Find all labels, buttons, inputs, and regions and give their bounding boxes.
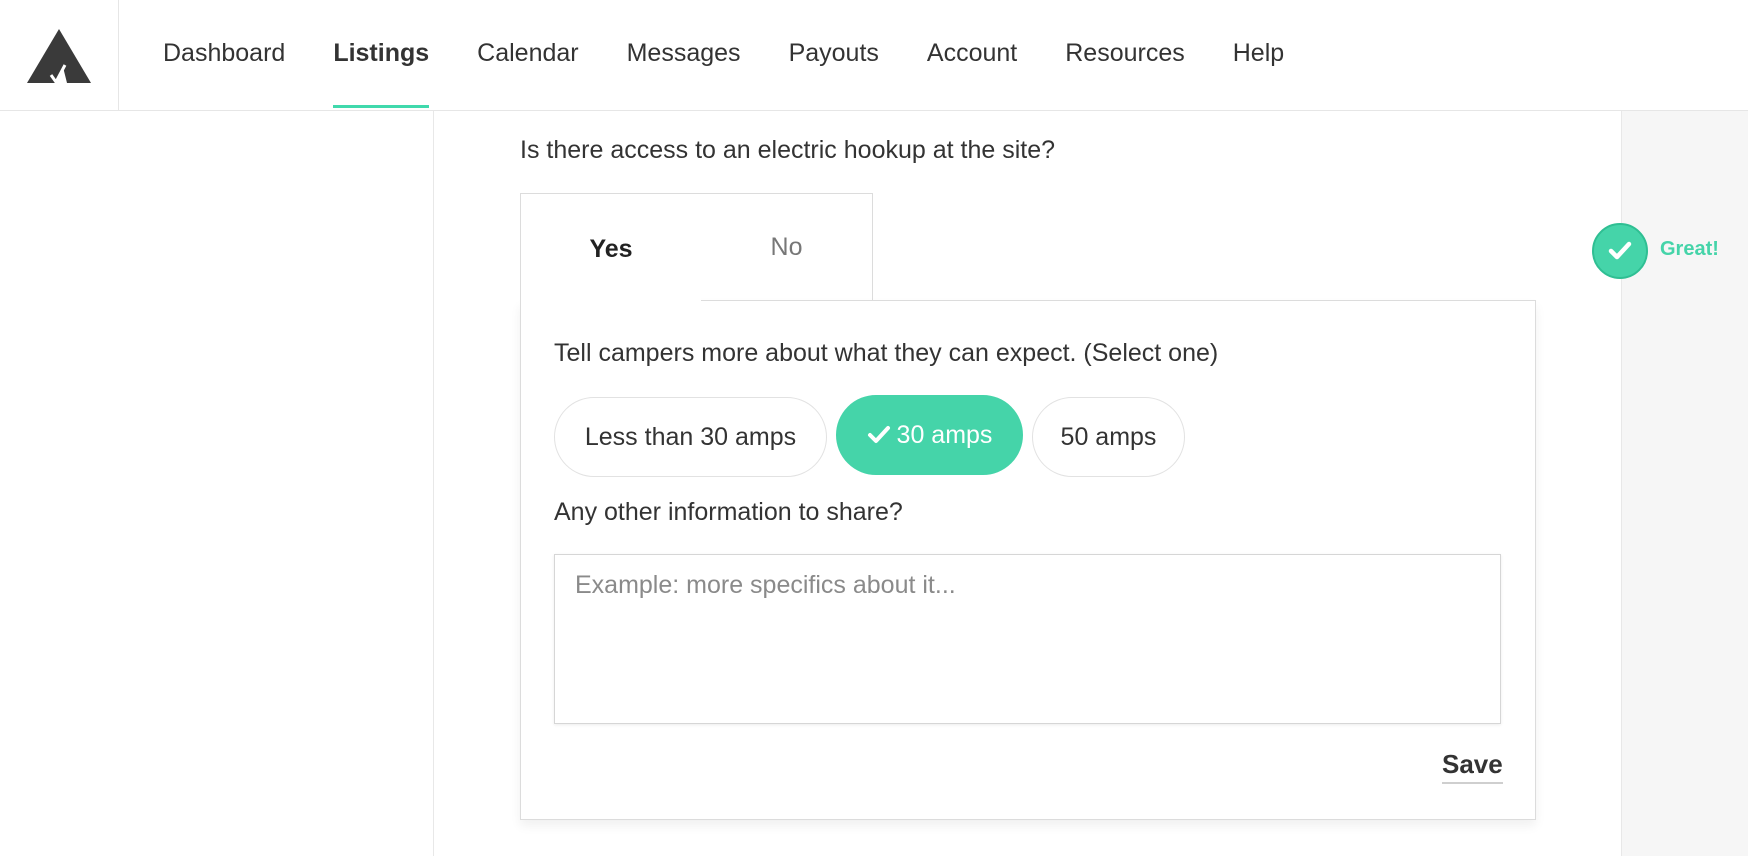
right-gutter [1621,111,1748,856]
electric-hookup-question: Is there access to an electric hookup at… [520,136,1056,164]
amps-question: Tell campers more about what they can ex… [554,339,1219,367]
option-30-amps[interactable]: 30 amps [836,395,1023,475]
success-badge [1592,223,1648,279]
nav-calendar[interactable]: Calendar [453,0,602,111]
nav-resources[interactable]: Resources [1041,0,1209,111]
option-label: 30 amps [896,420,993,449]
option-50-amps[interactable]: 50 amps [1032,397,1185,477]
other-info-textarea[interactable] [554,554,1501,724]
nav-dashboard[interactable]: Dashboard [139,0,309,111]
option-less-than-30-amps[interactable]: Less than 30 amps [554,397,827,477]
tent-logo-icon [27,28,91,85]
save-button[interactable]: Save [1442,749,1503,784]
left-sidebar [0,111,434,856]
nav-payouts[interactable]: Payouts [765,0,903,111]
success-text: Great! [1660,238,1719,260]
nav-help[interactable]: Help [1209,0,1308,111]
nav-account[interactable]: Account [903,0,1041,111]
nav-listings[interactable]: Listings [309,0,453,111]
top-navigation-bar: Dashboard Listings Calendar Messages Pay… [0,0,1748,111]
nav-messages[interactable]: Messages [603,0,765,111]
tab-no[interactable]: No [700,193,873,302]
logo-link[interactable] [0,0,119,111]
option-label: Less than 30 amps [584,422,797,451]
check-icon [867,425,891,445]
tab-yes[interactable]: Yes [520,193,701,304]
check-icon [1608,241,1632,260]
option-label: 50 amps [1060,422,1157,451]
main-nav: Dashboard Listings Calendar Messages Pay… [139,0,1308,111]
other-info-label: Any other information to share? [554,498,903,526]
